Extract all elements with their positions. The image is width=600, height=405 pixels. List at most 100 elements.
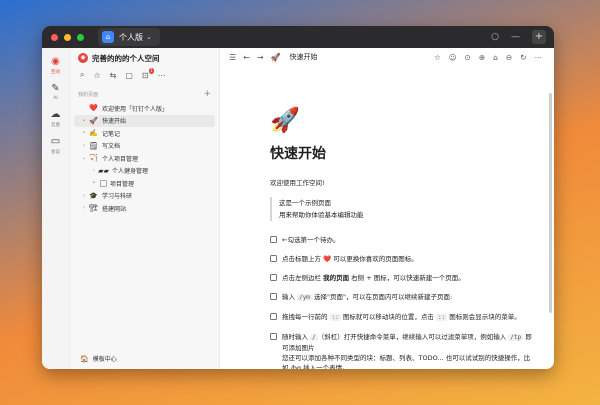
search-icon[interactable]: ⌕ xyxy=(80,70,84,80)
todo-item[interactable]: 随时输入 /（斜杠）打开快捷命令菜单，继续输入可以过滤菜单项，例如输入 /tp … xyxy=(270,332,534,353)
rail-label: 空间 xyxy=(51,69,60,75)
star-icon[interactable]: ☆ xyxy=(93,71,100,80)
todo-checkbox[interactable] xyxy=(270,333,277,340)
sidebar-item-label: 欢迎使用「钉钉个人版」 xyxy=(102,104,168,113)
emoji-icon[interactable]: ☺ xyxy=(449,53,457,62)
page-title[interactable]: 快速开始 xyxy=(270,143,534,163)
menu-icon[interactable]: ☰ xyxy=(229,53,236,62)
add-page-button[interactable]: + xyxy=(203,89,211,99)
sidebar-item[interactable]: •🚀快速开始 xyxy=(74,115,215,128)
breadcrumb-title[interactable]: 快速开始 xyxy=(290,52,318,62)
section-title: 我的页面 xyxy=(78,91,98,98)
inbox-icon[interactable]: ⊡1 xyxy=(142,71,149,80)
scrollbar[interactable] xyxy=(549,93,552,313)
page-emoji-icon: 🗒 xyxy=(88,142,99,150)
todo-checkbox[interactable] xyxy=(270,313,277,320)
sidebar-item-label: 快速开始 xyxy=(102,116,126,125)
todo-checkbox[interactable] xyxy=(270,255,277,262)
page-emoji-icon: 🎓 xyxy=(88,192,99,200)
rail-item-space[interactable]: ◉ 空间 xyxy=(42,56,69,75)
quote-line: 用来帮助你体验基本编辑功能 xyxy=(279,209,534,221)
todo-text[interactable]: 点击标题上方 ❤️ 可以更换你喜欢的页面图标。 xyxy=(282,254,418,264)
todo-text-part: 右侧 + 图标，可以快速新建一个页面。 xyxy=(349,274,465,282)
todo-checkbox[interactable] xyxy=(270,236,277,243)
notification-badge: 1 xyxy=(149,68,154,74)
workspace-switcher[interactable]: ⌂ 个人版 ⌄ xyxy=(98,28,160,46)
inline-code: / xyxy=(310,334,318,341)
close-window-button[interactable] xyxy=(51,34,58,41)
expand-arrow-icon[interactable]: • xyxy=(80,130,88,136)
workspace-header[interactable]: ◉ 完善的的的个人空间 xyxy=(70,48,219,68)
todo-checkbox[interactable] xyxy=(270,293,277,300)
rail-item-meeting[interactable]: ▭ 会议 xyxy=(42,136,69,155)
sub-text[interactable]: 您还可以添加各种不同类型的块：标题、列表、TODO... 也可以试试别的快捷操作… xyxy=(282,353,534,369)
divider-icon: — xyxy=(511,32,520,42)
status-icon[interactable]: ○ xyxy=(491,32,499,42)
titlebar: ⌂ 个人版 ⌄ ○ — + xyxy=(42,26,554,48)
forward-icon[interactable]: → xyxy=(257,53,264,62)
history-icon[interactable]: ↻ xyxy=(520,53,526,62)
add-icon[interactable]: ⊕ xyxy=(479,53,485,62)
todo-text[interactable]: 随时输入 /（斜杠）打开快捷命令菜单，继续输入可以过滤菜单项，例如输入 /tp … xyxy=(282,332,534,353)
page-emoji-icon: ✍️ xyxy=(88,129,99,137)
sidebar-item-label: 写文档 xyxy=(102,141,120,150)
back-icon[interactable]: ← xyxy=(243,53,250,62)
page-emoji-icon: 🏗 xyxy=(88,204,99,212)
workspace-switcher-label: 个人版 xyxy=(119,32,143,43)
expand-arrow-icon[interactable]: ⌄ xyxy=(80,155,88,161)
sidebar-item[interactable]: ›🗒写文档 xyxy=(74,140,215,153)
todo-text[interactable]: 输入 /ym 选择"页面"，可以在页面内可以继续新建子页面: xyxy=(282,292,452,303)
view-icon[interactable]: ⊙ xyxy=(465,53,471,62)
app-rail: ◉ 空间 ✎ AI ☁ 云盘 ▭ 会议 xyxy=(42,48,70,369)
page-tree: ❤️欢迎使用「钉钉个人版」•🚀快速开始•✍️记笔记›🗒写文档⌄🏹个人项目管理›▰… xyxy=(70,102,219,215)
rail-item-ai[interactable]: ✎ AI xyxy=(42,83,69,101)
window-icon[interactable]: ▢ xyxy=(125,71,133,80)
page-actions: ☆ ☺ ⊙ ⊕ ⌂ ⊖ ↻ ⋯ xyxy=(434,53,542,62)
sidebar-item[interactable]: ›🎓学习与科研 xyxy=(74,190,215,203)
more-icon[interactable]: ⋯ xyxy=(158,71,166,80)
expand-arrow-icon[interactable]: • xyxy=(80,118,88,124)
sidebar-item[interactable]: ❤️欢迎使用「钉钉个人版」 xyxy=(74,102,215,115)
sidebar-item[interactable]: ›🏗搭建网站 xyxy=(74,202,215,215)
todo-text[interactable]: 拖拽每一行前的 :: 图标就可以移动块的位置，点击 :: 图标则会显示块的菜单。 xyxy=(282,312,521,323)
ai-icon: ✎ xyxy=(51,83,59,95)
more-icon[interactable]: ⋯ xyxy=(535,53,543,62)
sidebar-item[interactable]: ›▰▰个人健身管理 xyxy=(74,165,215,178)
share-icon[interactable]: ⌂ xyxy=(493,53,498,62)
zoom-window-button[interactable] xyxy=(77,34,84,41)
rail-item-drive[interactable]: ☁ 云盘 xyxy=(42,109,69,128)
expand-arrow-icon[interactable]: • xyxy=(90,180,98,186)
zoom-icon[interactable]: ⊖ xyxy=(506,53,512,62)
todo-item[interactable]: ←勾选第一个待办。 xyxy=(270,235,534,245)
quote-block[interactable]: 这是一个示例页面 用来帮助你体验基本编辑功能 xyxy=(270,197,534,221)
todo-item[interactable]: 点击左侧边栏 我的页面 右侧 + 图标，可以快速新建一个页面。 xyxy=(270,273,534,283)
sidebar-item-label: 学习与科研 xyxy=(102,191,132,200)
quote-line: 这是一个示例页面 xyxy=(279,197,534,209)
sidebar-item[interactable]: •项目管理 xyxy=(74,177,215,190)
share-icon[interactable]: ⇆ xyxy=(110,71,117,80)
expand-arrow-icon[interactable]: › xyxy=(80,193,88,199)
todo-text-part: 点击标题上方 ❤️ 可以更换你喜欢的页面图标。 xyxy=(282,255,418,263)
todo-item[interactable]: 点击标题上方 ❤️ 可以更换你喜欢的页面图标。 xyxy=(270,254,534,264)
my-pages-header: 我的页面 + xyxy=(70,86,219,102)
new-tab-button[interactable]: + xyxy=(532,30,546,44)
expand-arrow-icon[interactable]: › xyxy=(90,168,98,174)
template-center-label: 模板中心 xyxy=(93,354,117,363)
todo-item[interactable]: 拖拽每一行前的 :: 图标就可以移动块的位置，点击 :: 图标则会显示块的菜单。 xyxy=(270,312,534,323)
todo-checkbox[interactable] xyxy=(270,274,277,281)
template-center-button[interactable]: 🏠 模板中心 xyxy=(80,354,117,363)
expand-arrow-icon[interactable]: › xyxy=(80,143,88,149)
sidebar-item-label: 个人项目管理 xyxy=(102,154,138,163)
minimize-window-button[interactable] xyxy=(64,34,71,41)
expand-arrow-icon[interactable]: › xyxy=(80,205,88,211)
todo-text[interactable]: 点击左侧边栏 我的页面 右侧 + 图标，可以快速新建一个页面。 xyxy=(282,273,465,283)
favorite-icon[interactable]: ☆ xyxy=(434,53,441,62)
todo-item[interactable]: 输入 /ym 选择"页面"，可以在页面内可以继续新建子页面: xyxy=(270,292,534,303)
chevron-down-icon: ⌄ xyxy=(146,33,152,41)
sidebar-item[interactable]: •✍️记笔记 xyxy=(74,127,215,140)
page-icon[interactable]: 🚀 xyxy=(270,106,534,134)
todo-text-part: 随时输入 xyxy=(282,333,310,341)
sidebar-item[interactable]: ⌄🏹个人项目管理 xyxy=(74,152,215,165)
todo-text[interactable]: ←勾选第一个待办。 xyxy=(282,235,339,245)
welcome-text[interactable]: 欢迎使用工作空间! xyxy=(270,177,534,187)
